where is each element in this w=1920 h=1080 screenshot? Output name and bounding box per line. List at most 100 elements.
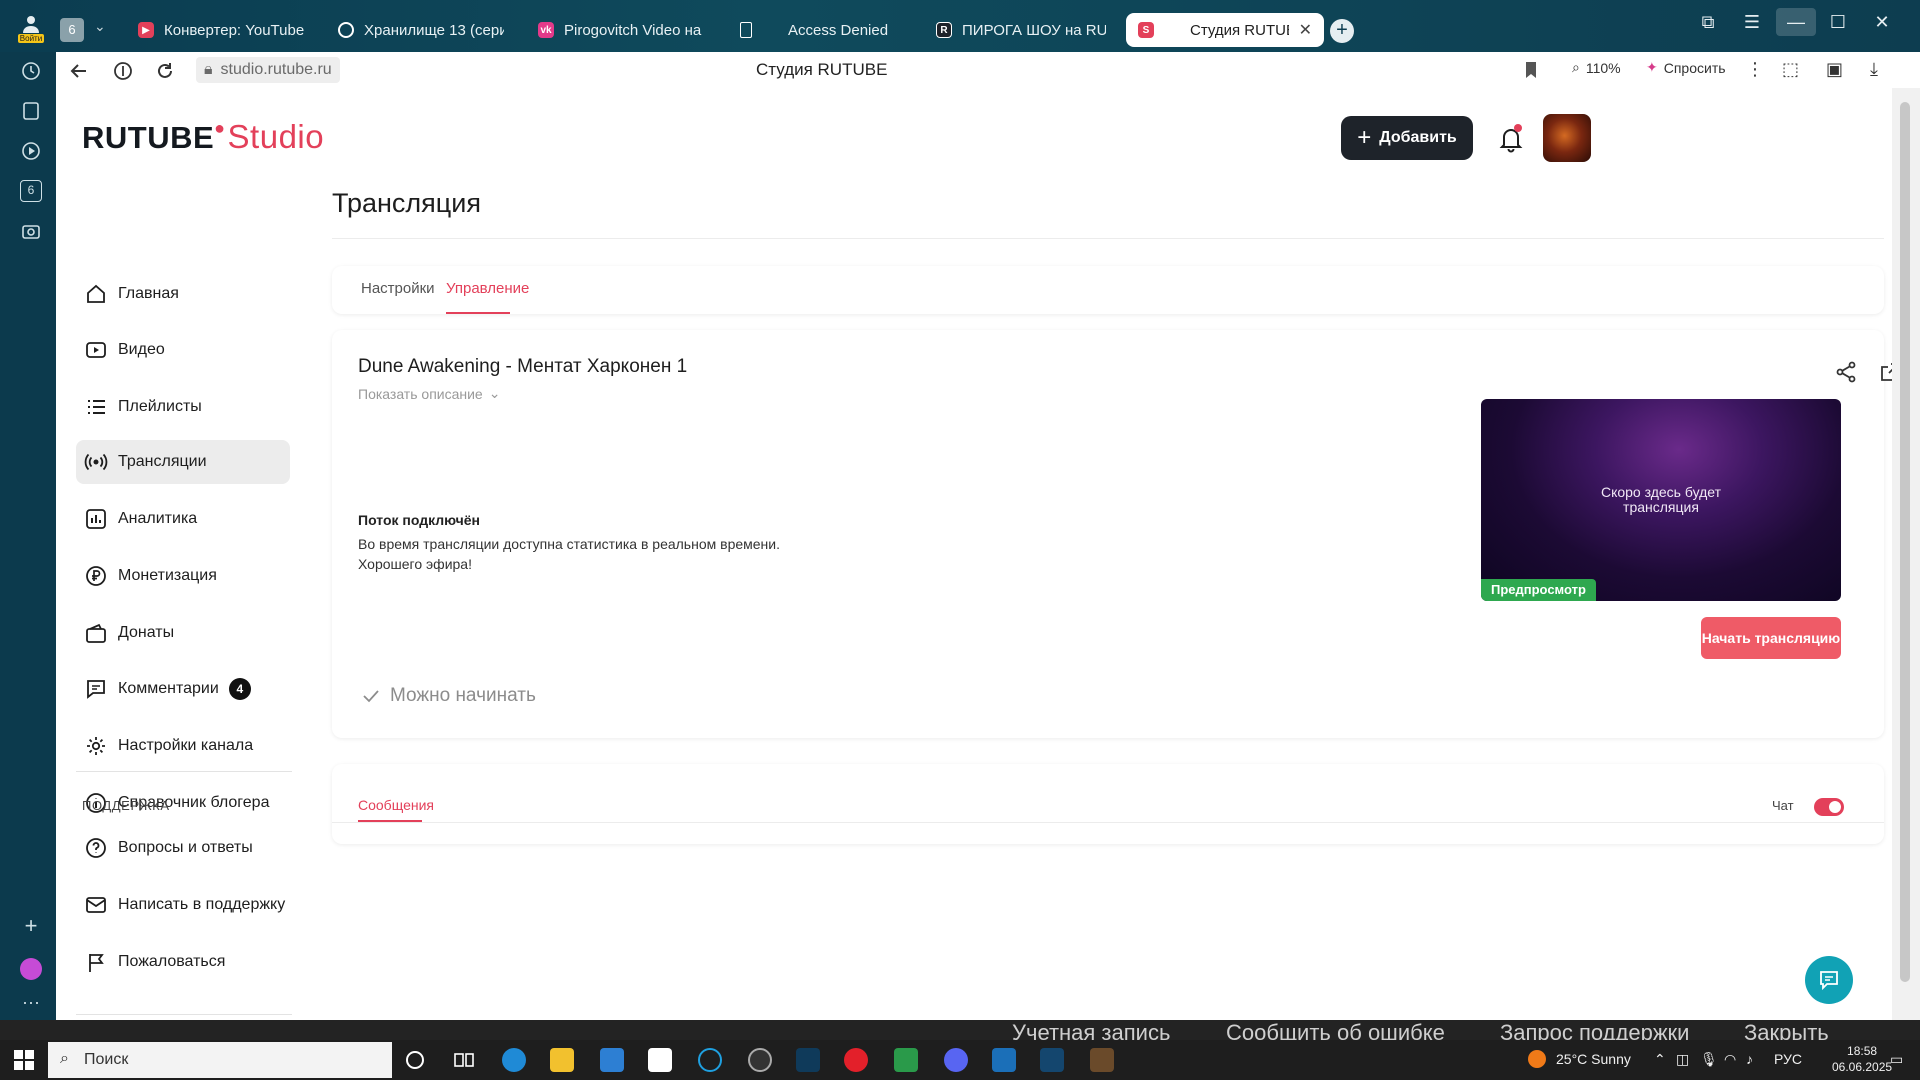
nav-item-broadcasts[interactable]: Трансляции bbox=[76, 440, 290, 484]
steam-icon[interactable] bbox=[1040, 1048, 1064, 1072]
stream-preview[interactable]: Скоро здесь будет трансляция Предпросмот… bbox=[1481, 399, 1841, 601]
microphone-icon[interactable]: 🎙︎ bbox=[1700, 1051, 1718, 1068]
taskbar-search[interactable]: ⌕ Поиск bbox=[48, 1042, 392, 1078]
spreadsheet-icon[interactable] bbox=[894, 1048, 918, 1072]
nav-item-donations[interactable]: Донаты bbox=[76, 611, 290, 655]
share-icon[interactable] bbox=[1834, 360, 1858, 384]
tray-chevron-icon[interactable]: ⌃ bbox=[1654, 1051, 1666, 1068]
show-description-toggle[interactable]: Показать описание ⌄ bbox=[358, 385, 500, 402]
back-button[interactable] bbox=[68, 60, 90, 82]
history-icon[interactable] bbox=[20, 60, 42, 82]
browser-tab[interactable]: Хранилище 13 (сериал, 1 bbox=[326, 13, 516, 47]
camera-icon[interactable] bbox=[20, 220, 42, 242]
playlist-icon bbox=[84, 395, 108, 419]
bookmarks-icon[interactable]: ⧉ bbox=[1688, 8, 1728, 36]
more-horizontal-icon[interactable]: ··· bbox=[20, 992, 42, 1014]
nav-item-playlists[interactable]: Плейлисты bbox=[76, 385, 290, 429]
nav-item-report[interactable]: Пожаловаться bbox=[76, 940, 290, 984]
avatar[interactable] bbox=[1543, 114, 1591, 162]
background-window-title[interactable]: Запрос поддержки bbox=[1500, 1020, 1689, 1040]
chat-toggle[interactable] bbox=[1814, 798, 1844, 816]
weather-text[interactable]: 25°C Sunny bbox=[1556, 1051, 1631, 1067]
nav-item-comments[interactable]: Комментарии 4 bbox=[76, 667, 290, 711]
page-scrollbar[interactable] bbox=[1892, 88, 1920, 1020]
game-icon[interactable] bbox=[1090, 1048, 1114, 1072]
nav-item-contact-support[interactable]: Написать в поддержку bbox=[76, 883, 290, 927]
download-icon[interactable]: ⤓ bbox=[1870, 59, 1878, 80]
ask-label: Спросить bbox=[1663, 59, 1726, 76]
external-link-icon[interactable] bbox=[1878, 360, 1892, 384]
taskbar-clock[interactable]: 18:58 06.06.2025 bbox=[1832, 1043, 1892, 1075]
start-broadcast-button[interactable]: Начать трансляцию bbox=[1701, 617, 1841, 659]
cortana-icon[interactable] bbox=[406, 1051, 424, 1069]
notes-icon[interactable] bbox=[20, 100, 42, 122]
collections-icon[interactable]: ▣ bbox=[1826, 59, 1843, 80]
steam-icon[interactable] bbox=[796, 1048, 820, 1072]
notifications-icon[interactable]: ▭ bbox=[1890, 1051, 1903, 1068]
wifi-icon[interactable]: ◠ bbox=[1724, 1051, 1736, 1068]
explorer-icon[interactable] bbox=[550, 1048, 574, 1072]
sidebar-counter-icon[interactable]: 6 bbox=[20, 180, 42, 202]
close-window-button[interactable]: ✕ bbox=[1862, 8, 1902, 36]
alice-icon[interactable] bbox=[20, 958, 42, 980]
tab-group-counter[interactable]: 6 bbox=[60, 18, 84, 42]
reload-button[interactable] bbox=[154, 60, 176, 82]
play-icon[interactable] bbox=[20, 140, 42, 162]
stream-card: Dune Awakening - Ментат Харконен 1 Показ… bbox=[332, 330, 1892, 738]
add-icon[interactable]: + bbox=[20, 915, 42, 938]
ruble-icon bbox=[84, 564, 108, 588]
background-window-title[interactable]: Учетная запись bbox=[1012, 1020, 1170, 1040]
nav-item-home[interactable]: Главная bbox=[76, 272, 290, 316]
mail-icon[interactable] bbox=[648, 1048, 672, 1072]
background-window-title[interactable]: Закрыть bbox=[1744, 1020, 1829, 1040]
tab-messages[interactable]: Сообщения bbox=[358, 797, 434, 813]
nav-item-monetization[interactable]: Монетизация bbox=[76, 554, 290, 598]
extensions-icon[interactable]: ⬚ bbox=[1782, 59, 1799, 80]
volume-icon[interactable]: ♪ bbox=[1746, 1051, 1753, 1067]
login-button[interactable]: Войти bbox=[18, 14, 44, 44]
nav-item-analytics[interactable]: Аналитика bbox=[76, 497, 290, 541]
search-icon: ⌕ bbox=[60, 1050, 69, 1067]
chat-toggle-label: Чат bbox=[1772, 798, 1794, 813]
url-field[interactable]: 🔒︎ studio.rutube.ru bbox=[196, 57, 340, 83]
scrollbar-thumb[interactable] bbox=[1900, 102, 1910, 982]
background-window-title[interactable]: Сообщить об ошибке bbox=[1226, 1020, 1445, 1040]
browser-tab[interactable]: R ПИРОГА ШОУ на RUTUBE bbox=[924, 13, 1118, 47]
browser-tab[interactable]: ▶ Конвертер: YouTube MP3 bbox=[126, 13, 316, 47]
store-icon[interactable] bbox=[600, 1048, 624, 1072]
menu-icon[interactable]: ☰ bbox=[1732, 8, 1772, 36]
new-tab-button[interactable]: + bbox=[1330, 19, 1354, 43]
protect-button[interactable] bbox=[112, 60, 134, 82]
minimize-button[interactable]: — bbox=[1776, 8, 1816, 36]
browser-tab[interactable]: vk Pirogovitch Video на VK В bbox=[526, 13, 716, 47]
chevron-down-icon[interactable]: ⌄ bbox=[94, 18, 106, 35]
tab-settings[interactable]: Настройки bbox=[361, 280, 435, 297]
rutube-studio-logo[interactable]: RUTUBE ● Studio bbox=[82, 118, 324, 156]
discord-icon[interactable] bbox=[944, 1048, 968, 1072]
ask-button[interactable]: ✦ Спросить bbox=[1646, 59, 1726, 76]
bookmark-icon[interactable] bbox=[1524, 61, 1540, 79]
browser-tab[interactable]: Access Denied bbox=[728, 13, 918, 47]
nav-item-faq[interactable]: Вопросы и ответы bbox=[76, 826, 290, 870]
input-language[interactable]: РУС bbox=[1774, 1051, 1802, 1067]
zoom-indicator[interactable]: ⌕ 110% bbox=[1572, 59, 1621, 76]
support-chat-button[interactable] bbox=[1805, 956, 1853, 1004]
home-icon bbox=[84, 282, 108, 306]
browser-tab-active[interactable]: S Студия RUTUBE ✕ bbox=[1126, 13, 1324, 47]
add-button[interactable]: + Добавить bbox=[1341, 116, 1473, 160]
maximize-button[interactable]: ☐ bbox=[1818, 8, 1858, 36]
tray-app-icon[interactable]: ◫ bbox=[1676, 1051, 1689, 1068]
edge-icon[interactable] bbox=[502, 1048, 526, 1072]
weather-icon[interactable] bbox=[1528, 1050, 1546, 1068]
more-icon[interactable]: ⋮ bbox=[1746, 59, 1764, 80]
yandex-browser-icon[interactable] bbox=[844, 1048, 868, 1072]
clock-app-icon[interactable] bbox=[748, 1048, 772, 1072]
windows-start-icon[interactable] bbox=[14, 1050, 34, 1070]
close-icon[interactable]: ✕ bbox=[1289, 20, 1312, 40]
task-view-icon[interactable] bbox=[452, 1048, 476, 1072]
nav-item-channel-settings[interactable]: Настройки канала bbox=[76, 724, 290, 768]
nav-item-video[interactable]: Видео bbox=[76, 328, 290, 372]
tab-management[interactable]: Управление bbox=[446, 280, 529, 297]
ie-icon[interactable] bbox=[698, 1048, 722, 1072]
app-icon[interactable] bbox=[992, 1048, 1016, 1072]
